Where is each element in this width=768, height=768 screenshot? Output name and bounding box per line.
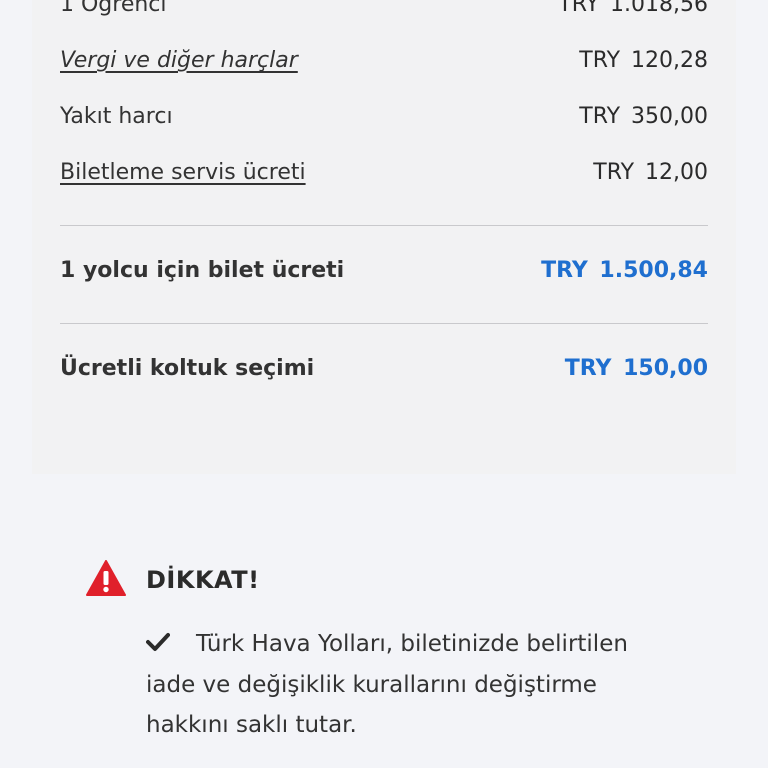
passenger-fare-label: 1 Öğrenci (60, 0, 167, 17)
ticketing-service-amount: TRY 12,00 (593, 160, 708, 185)
seat-selection-amount: TRY 150,00 (564, 356, 708, 381)
seat-selection-row: Ücretli koltuk seçimi TRY 150,00 (60, 356, 708, 381)
divider (60, 225, 708, 226)
warning-title: DİKKAT! (146, 566, 260, 594)
warning-notice: DİKKAT! Türk Hava Yolları, biletinizde b… (86, 560, 706, 738)
seat-selection-label: Ücretli koltuk seçimi (60, 356, 315, 381)
passenger-fare-row: 1 Öğrenci TRY 1.018,56 (60, 0, 708, 17)
fuel-charge-label: Yakıt harcı (60, 104, 173, 129)
warning-message: Türk Hava Yolları, biletinizde belirtile… (146, 631, 628, 738)
warning-message-block: Türk Hava Yolları, biletinizde belirtile… (146, 624, 666, 745)
checkmark-icon (146, 625, 176, 665)
ticket-total-amount: TRY 1.500,84 (541, 258, 708, 283)
fuel-charge-row: Yakıt harcı TRY 350,00 (60, 104, 708, 129)
ticketing-service-link[interactable]: Biletleme servis ücreti (60, 160, 306, 185)
tax-fees-row[interactable]: Vergi ve diğer harçlar TRY 120,28 (60, 48, 708, 73)
warning-header: DİKKAT! (86, 560, 706, 600)
fare-breakdown-card: 1 Öğrenci TRY 1.018,56 Vergi ve diğer ha… (32, 0, 736, 474)
tax-fees-amount: TRY 120,28 (579, 48, 708, 73)
passenger-fare-amount: TRY 1.018,56 (558, 0, 708, 17)
ticket-total-label: 1 yolcu için bilet ücreti (60, 258, 345, 283)
fuel-charge-amount: TRY 350,00 (579, 104, 708, 129)
divider (60, 323, 708, 324)
tax-fees-link[interactable]: Vergi ve diğer harçlar (60, 48, 298, 73)
ticketing-service-row[interactable]: Biletleme servis ücreti TRY 12,00 (60, 160, 708, 185)
warning-triangle-icon (86, 560, 126, 600)
ticket-total-row: 1 yolcu için bilet ücreti TRY 1.500,84 (60, 258, 708, 283)
